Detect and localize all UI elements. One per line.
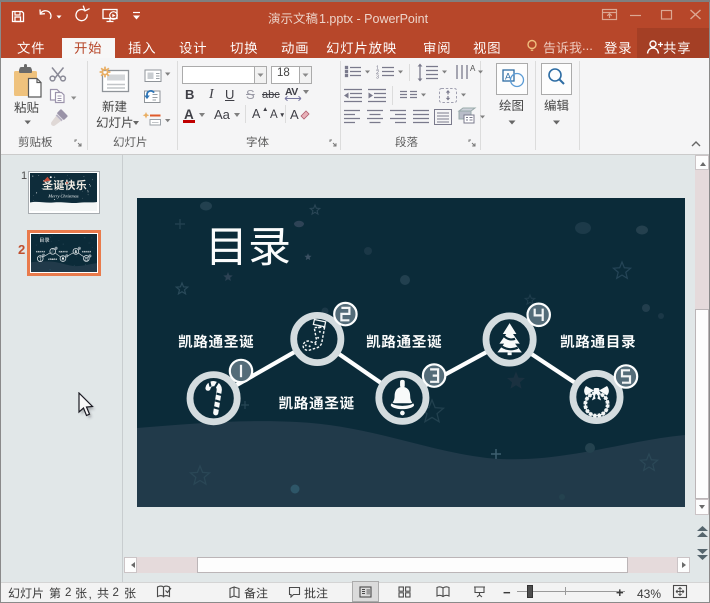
svg-text:A: A [470,64,476,73]
svg-text:Merry Christmas: Merry Christmas [47,193,78,198]
svg-text:3: 3 [376,75,379,81]
